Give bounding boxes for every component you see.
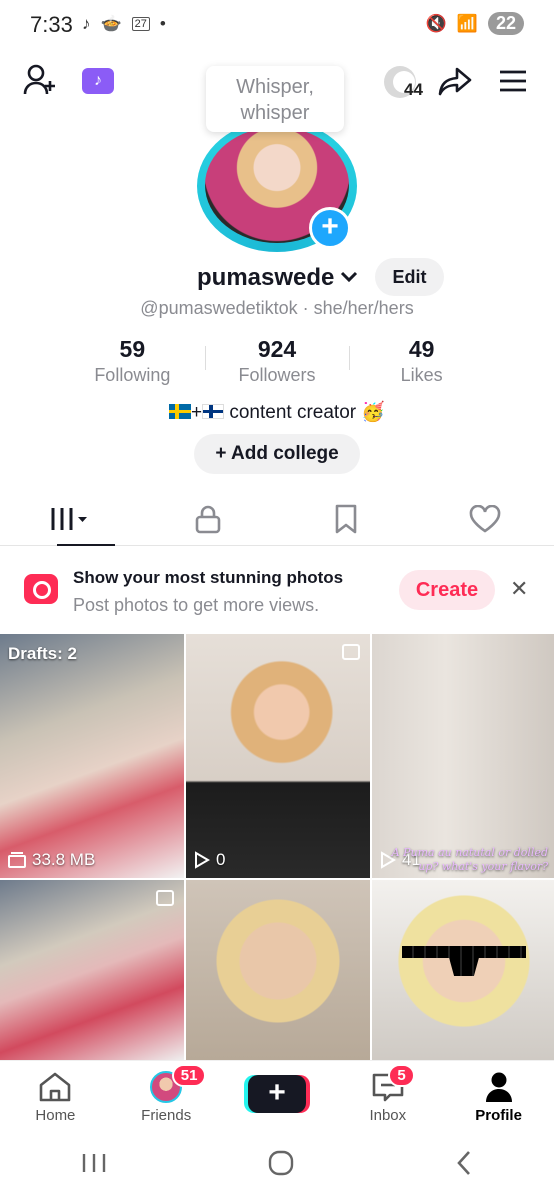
lock-icon	[195, 505, 221, 533]
heart-icon	[469, 504, 501, 533]
bottom-nav: Home 51 Friends + 5 Inbox Profile	[0, 1060, 554, 1130]
drafts-tile[interactable]: Drafts: 2 33.8 MB	[0, 634, 184, 878]
add-friend-icon[interactable]	[22, 62, 58, 98]
menu-icon[interactable]	[496, 64, 530, 98]
nav-home[interactable]: Home	[0, 1061, 111, 1130]
tab-private[interactable]	[139, 492, 278, 545]
tiktok-notification-icon: ♪	[82, 14, 91, 33]
add-avatar-plus-icon[interactable]: +	[309, 207, 351, 249]
whisper-tooltip: Whisper, whisper	[206, 66, 344, 132]
inbox-badge: 5	[388, 1064, 415, 1087]
video-tile[interactable]: 41 A Puma au natutal or dolled up? what'…	[372, 634, 554, 878]
video-tile[interactable]	[186, 880, 370, 1060]
friends-badge: 51	[171, 1064, 207, 1087]
pixel-sunglasses-sticker	[402, 946, 526, 976]
multi-photo-icon	[342, 644, 360, 660]
video-tile[interactable]: 0	[186, 634, 370, 878]
tiktok-studio-icon[interactable]: ♪	[82, 68, 114, 94]
play-icon	[195, 851, 210, 869]
profile-stats: 59 Following 924 Followers 49 Likes	[60, 336, 494, 386]
dot-icon: •	[159, 14, 166, 33]
username: pumaswede	[197, 264, 335, 291]
sweden-flag-icon	[168, 404, 191, 419]
multi-photo-icon	[156, 890, 174, 906]
finland-flag-icon	[202, 404, 225, 419]
nav-inbox[interactable]: 5 Inbox	[332, 1061, 443, 1130]
party-face-icon: 🥳	[361, 402, 386, 423]
battery-indicator: 22	[487, 12, 524, 35]
drafts-count: Drafts: 2	[8, 644, 77, 663]
status-time: 7:33	[30, 12, 73, 37]
cooking-pot-icon: 🍲	[100, 14, 122, 33]
share-icon[interactable]	[436, 62, 474, 100]
bookmark-icon	[335, 504, 357, 533]
status-bar: 7:33 ♪ 🍲 27 • 🔇 📶 22	[0, 0, 554, 52]
tab-liked[interactable]	[416, 492, 554, 545]
nav-friends[interactable]: 51 Friends	[111, 1061, 222, 1130]
camera-icon	[24, 574, 58, 604]
bio-text: content creator	[229, 402, 357, 423]
create-plus-button[interactable]: +	[247, 1075, 306, 1113]
wifi-icon: 📶	[456, 13, 478, 33]
chevron-down-icon[interactable]	[340, 266, 358, 289]
draft-size: 33.8 MB	[32, 850, 96, 869]
grid-icon	[51, 507, 88, 530]
folder-icon	[8, 852, 26, 868]
system-navigation	[0, 1130, 554, 1200]
close-icon[interactable]: ✕	[510, 576, 528, 602]
plus-icon: +	[215, 443, 227, 464]
profile-handle: @pumaswedetiktok · she/her/hers	[140, 298, 414, 318]
edit-profile-button[interactable]: Edit	[375, 258, 444, 296]
banner-title: Show your most stunning photos	[73, 568, 344, 587]
stat-following[interactable]: 59 Following	[60, 336, 205, 386]
username-row: pumaswede Edit	[0, 258, 554, 298]
stat-followers[interactable]: 924 Followers	[204, 336, 350, 386]
photo-promo-banner: Show your most stunning photos Post phot…	[0, 556, 554, 626]
back-icon[interactable]	[455, 1150, 473, 1181]
mute-icon: 🔇	[425, 13, 447, 33]
video-grid: Drafts: 2 33.8 MB 0 41 A Puma au natutal…	[0, 634, 554, 1060]
create-button[interactable]: Create	[399, 570, 495, 610]
video-tile[interactable]	[372, 880, 554, 1060]
recent-apps-icon[interactable]	[81, 1152, 107, 1179]
profile-icon	[485, 1072, 512, 1102]
banner-subtitle: Post photos to get more views.	[73, 595, 320, 615]
home-icon	[40, 1072, 71, 1102]
coin-count: 44	[404, 80, 423, 99]
stat-likes[interactable]: 49 Likes	[349, 336, 494, 386]
calendar-icon: 27	[131, 17, 150, 31]
profile-bio: + content creator 🥳	[0, 400, 554, 424]
video-tile[interactable]	[0, 880, 184, 1060]
tab-videos[interactable]	[0, 492, 139, 546]
add-college-button[interactable]: + Add college	[194, 434, 360, 474]
nav-profile[interactable]: Profile	[443, 1061, 554, 1130]
content-tabs	[0, 492, 554, 546]
video-caption: A Puma au natutal or dolled up? what's y…	[391, 846, 548, 873]
view-count: 0	[216, 850, 226, 869]
tab-saved[interactable]	[277, 492, 416, 545]
home-button-icon[interactable]	[268, 1150, 294, 1181]
nav-create[interactable]: +	[222, 1061, 333, 1130]
